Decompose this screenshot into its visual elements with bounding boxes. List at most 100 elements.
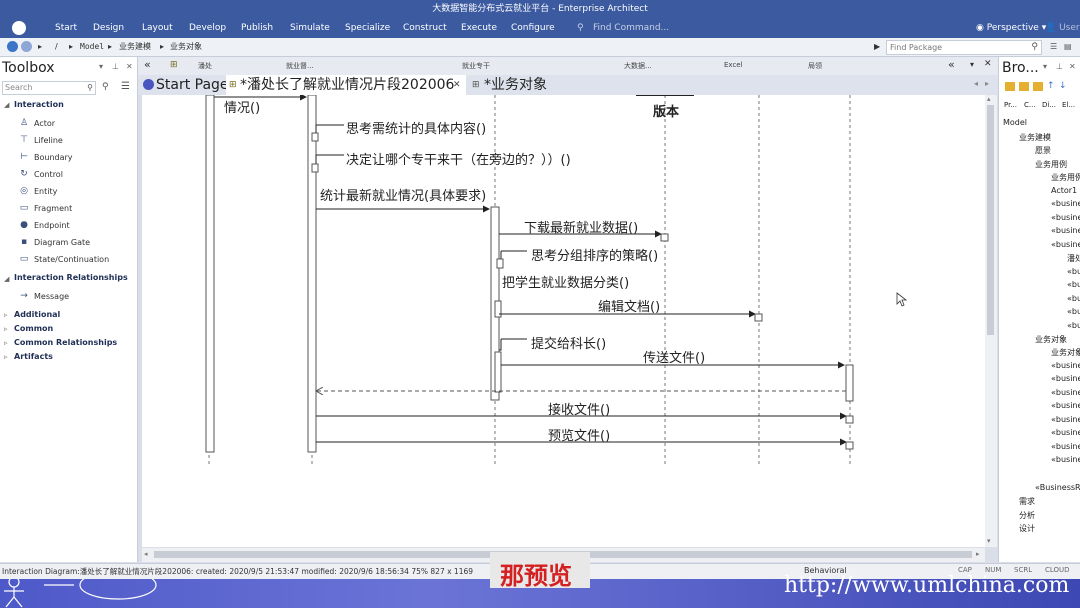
toolbox-item-boundary[interactable]: Boundary	[34, 153, 73, 162]
menu-publish[interactable]: Publish	[241, 18, 273, 38]
menu-construct[interactable]: Construct	[403, 18, 447, 38]
scroll-thumb[interactable]	[987, 105, 994, 335]
tree-item[interactable]: «busine	[1051, 428, 1080, 437]
perspective-button[interactable]: ◉ Perspective ▾	[976, 18, 1046, 38]
close-tab-icon[interactable]: ✕	[453, 75, 461, 95]
tree-item[interactable]: «bu	[1067, 307, 1080, 316]
tree-item[interactable]: «busine	[1051, 401, 1080, 410]
toolbox-item-entity[interactable]: Entity	[34, 187, 57, 196]
play-icon[interactable]: ▶	[874, 38, 880, 56]
close-icon[interactable]: ✕	[984, 59, 992, 69]
scroll-left-icon[interactable]: ◂	[144, 550, 148, 558]
dropdown-icon[interactable]: ▾	[970, 60, 974, 69]
menu-develop[interactable]: Develop	[189, 18, 226, 38]
tree-item[interactable]: «bu	[1067, 267, 1080, 276]
activation-bar-bureau[interactable]	[845, 364, 854, 402]
tree-item[interactable]: 业务对象	[1035, 334, 1067, 345]
pin-icon[interactable]: ⊥	[1056, 62, 1063, 71]
menu-icon[interactable]: ☰	[1050, 38, 1057, 56]
scroll-right-icon[interactable]: ▸	[976, 550, 980, 558]
dropdown-icon[interactable]: ▾	[99, 62, 103, 71]
lifeline-header-bigdata[interactable]: 大数据...	[624, 61, 652, 71]
bookmark-icon[interactable]: ▤	[1064, 38, 1072, 56]
toolbox-item-endpoint[interactable]: Endpoint	[34, 221, 70, 230]
browser-tab-element[interactable]: El...	[1062, 101, 1075, 109]
tree-item[interactable]: «busine	[1051, 199, 1080, 208]
tree-item[interactable]: 业务用例	[1051, 172, 1080, 183]
expand-triangle-icon[interactable]: ▹	[4, 325, 8, 333]
lifeline-header-bureau[interactable]: 局领	[808, 61, 822, 71]
find-icon[interactable]: ⚲	[102, 82, 109, 92]
user-button[interactable]: 👤 User	[1045, 18, 1080, 38]
toolbox-search-input[interactable]: Search ⚲	[2, 81, 96, 95]
tab-start-page[interactable]: Start Page	[156, 75, 229, 95]
tree-item[interactable]: Actor1	[1051, 186, 1077, 195]
expand-triangle-icon[interactable]: ▹	[4, 353, 8, 361]
menu-execute[interactable]: Execute	[461, 18, 497, 38]
breadcrumb-model[interactable]: Model	[80, 38, 104, 56]
scroll-left-icon[interactable]: ◂	[974, 79, 978, 88]
tab-business-object[interactable]: *业务对象	[484, 75, 547, 95]
toolbox-item-state-continuation[interactable]: State/Continuation	[34, 255, 109, 264]
tree-item[interactable]: «busine	[1051, 455, 1080, 464]
back-icon[interactable]	[7, 41, 18, 52]
tree-item[interactable]: «busine	[1051, 240, 1080, 249]
collapse-right-icon[interactable]: «	[948, 58, 955, 71]
breadcrumb-business-object[interactable]: 业务对象	[170, 38, 202, 56]
tree-item[interactable]: «busine	[1051, 374, 1080, 383]
find-command-input[interactable]: Find Command...	[593, 18, 669, 38]
tree-item[interactable]: «BusinessR	[1035, 483, 1080, 492]
toolbox-item-diagram-gate[interactable]: Diagram Gate	[34, 238, 90, 247]
breadcrumb-business-modeling[interactable]: 业务建模	[119, 38, 151, 56]
menu-icon[interactable]: ☰	[121, 81, 130, 92]
self-message-arrow[interactable]	[499, 338, 527, 351]
tree-item[interactable]: «bu	[1067, 294, 1080, 303]
toolbox-item-lifeline[interactable]: Lifeline	[34, 136, 63, 145]
search-icon[interactable]: ⚲	[1031, 41, 1038, 54]
collapse-triangle-icon[interactable]: ◢	[4, 101, 9, 109]
menu-design[interactable]: Design	[93, 18, 124, 38]
toolbox-item-actor[interactable]: Actor	[34, 119, 55, 128]
tree-item[interactable]: 愿景	[1035, 145, 1051, 156]
folder-icon[interactable]	[1033, 82, 1043, 91]
section-interaction-relationships[interactable]: Interaction Relationships	[14, 273, 128, 282]
tree-item[interactable]: «busine	[1051, 226, 1080, 235]
tree-item[interactable]: 设计	[1019, 523, 1035, 534]
folder-icon[interactable]	[1005, 82, 1015, 91]
tree-item[interactable]: «busine	[1051, 388, 1080, 397]
collapse-triangle-icon[interactable]: ◢	[4, 275, 9, 283]
menu-specialize[interactable]: Specialize	[345, 18, 390, 38]
menu-layout[interactable]: Layout	[142, 18, 173, 38]
lifeline-header-supervisor[interactable]: 就业督...	[286, 61, 314, 71]
move-up-icon[interactable]: ↑	[1047, 81, 1055, 91]
section-common[interactable]: Common	[14, 324, 53, 333]
section-common-relationships[interactable]: Common Relationships	[14, 338, 117, 347]
scroll-up-icon[interactable]: ▴	[987, 95, 991, 103]
section-additional[interactable]: Additional	[14, 310, 60, 319]
tree-item[interactable]: «bu	[1067, 321, 1080, 330]
tree-item[interactable]: «bu	[1067, 280, 1080, 289]
expand-triangle-icon[interactable]: ▹	[4, 339, 8, 347]
browser-tab-context[interactable]: C...	[1024, 101, 1036, 109]
lifeline-header-specialist[interactable]: 就业专干	[462, 61, 490, 71]
browser-tab-diagram[interactable]: Di...	[1042, 101, 1056, 109]
tree-item[interactable]: Model	[1003, 118, 1027, 127]
tree-item[interactable]: 潘处	[1067, 253, 1080, 264]
toolbox-item-control[interactable]: Control	[34, 170, 63, 179]
app-logo-icon[interactable]	[12, 21, 26, 35]
tree-item[interactable]: 分析	[1019, 510, 1035, 521]
move-down-icon[interactable]: ↓	[1059, 81, 1067, 91]
browser-tab-project[interactable]: Pr...	[1004, 101, 1017, 109]
tree-item[interactable]: «busine	[1051, 213, 1080, 222]
activation-bar-pan[interactable]	[205, 95, 215, 453]
tree-item[interactable]: «busine	[1051, 415, 1080, 424]
vertical-scrollbar[interactable]: ▴ ▾	[985, 95, 997, 547]
close-icon[interactable]: ✕	[1069, 62, 1076, 71]
collapse-left-icon[interactable]: «	[144, 58, 151, 71]
pin-icon[interactable]: ⊥	[112, 62, 119, 71]
menu-configure[interactable]: Configure	[511, 18, 555, 38]
activation-bar-supervisor[interactable]	[307, 95, 317, 453]
lifeline-header-excel[interactable]: Excel	[724, 61, 743, 69]
menu-start[interactable]: Start	[55, 18, 77, 38]
tree-item[interactable]: 需求	[1019, 496, 1035, 507]
